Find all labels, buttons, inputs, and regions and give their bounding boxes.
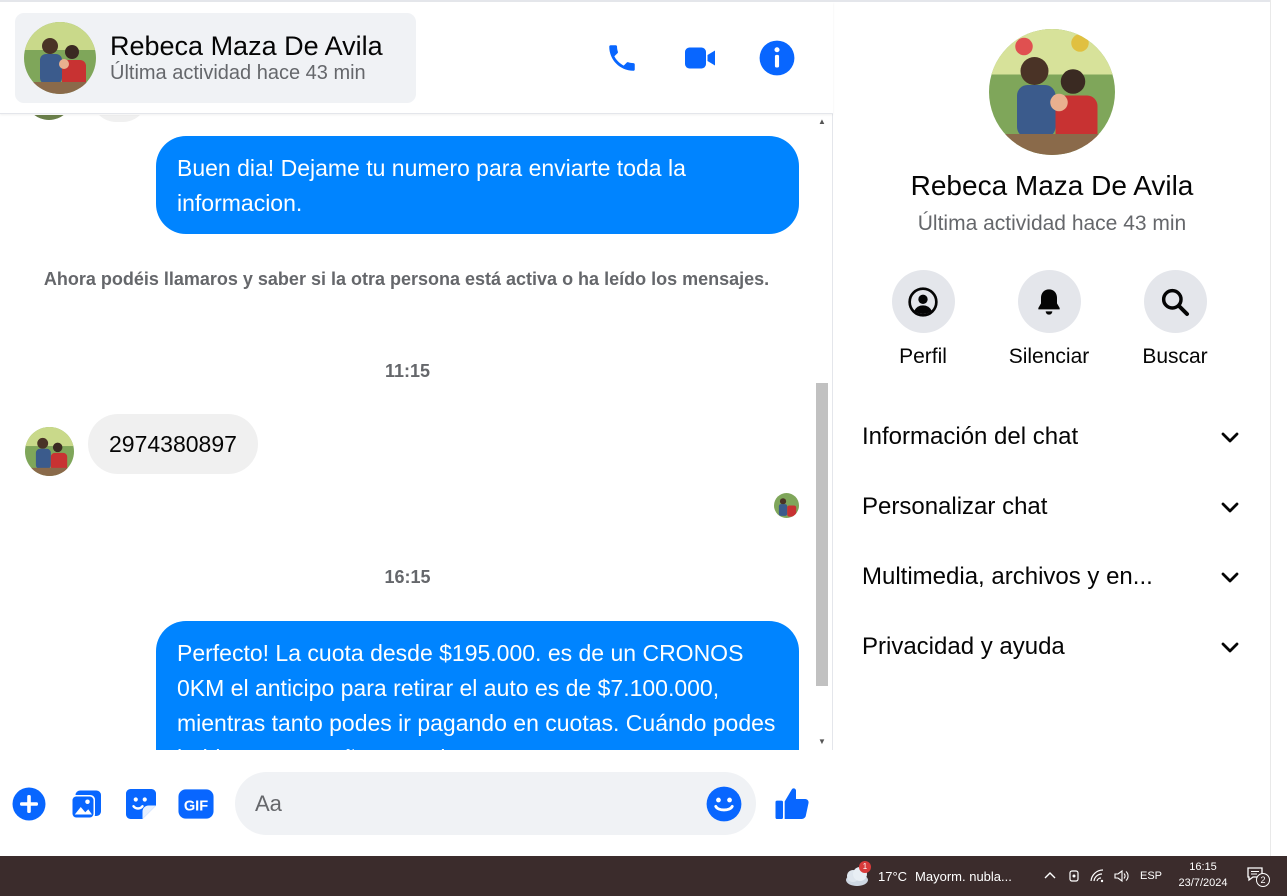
outgoing-message[interactable]: Buen dia! Dejame tu numero para enviarte… (156, 136, 799, 234)
volume-button[interactable] (1112, 856, 1132, 896)
page-scrollbar[interactable] (1270, 0, 1287, 856)
smiley-icon (706, 786, 742, 822)
attach-photo-button[interactable] (66, 784, 106, 824)
timestamp: 11:15 (384, 361, 431, 381)
thumbs-up-icon (775, 788, 809, 819)
video-camera-icon (685, 47, 715, 69)
weather-description: Mayorm. nubla... (915, 868, 1012, 884)
contact-header-button[interactable]: Rebeca Maza De Avila Última actividad ha… (15, 13, 416, 103)
message-scrollbar[interactable]: ▲ ▼ (815, 115, 830, 750)
search-action-label: Buscar (1142, 345, 1208, 368)
photo-icon (71, 790, 101, 819)
more-actions-button[interactable] (9, 784, 49, 824)
section-label: Información del chat (862, 423, 1079, 450)
network-button[interactable] (1088, 856, 1108, 896)
messenger-app: Rebeca Maza De Avila Última actividad ha… (0, 0, 1287, 856)
sticker-button[interactable] (121, 784, 161, 824)
contact-text: Rebeca Maza De Avila Última actividad ha… (110, 31, 383, 85)
scroll-thumb[interactable] (816, 383, 828, 686)
gif-button[interactable]: GIF (176, 784, 216, 824)
weather-temperature: 17°C (878, 868, 908, 884)
section-label: Privacidad y ayuda (862, 633, 1065, 660)
message-input-wrapper (235, 772, 756, 835)
speaker-icon (1114, 869, 1129, 883)
weather-alert-badge: 1 (859, 861, 871, 873)
system-notice: Ahora podéis llamaros y saber si la otra… (43, 269, 770, 289)
like-button[interactable] (773, 784, 813, 824)
panel-contact-name: Rebeca Maza De Avila (910, 170, 1194, 201)
clock[interactable]: 16:15 23/7/2024 (1168, 859, 1238, 891)
language-indicator[interactable]: ESP (1138, 856, 1164, 896)
contact-avatar (24, 22, 96, 94)
panel-contact-status: Última actividad hace 43 min (917, 212, 1187, 235)
info-icon (759, 40, 795, 76)
weather-widget[interactable]: 1 17°C Mayorm. nubla... (843, 861, 1012, 889)
chat-header: Rebeca Maza De Avila Última actividad ha… (0, 2, 833, 114)
profile-action-circle (891, 270, 955, 333)
section-chat-info[interactable]: Información del chat (862, 415, 1242, 459)
svg-text:GIF: GIF (184, 799, 208, 815)
search-action[interactable]: Buscar (1125, 270, 1225, 369)
outgoing-message[interactable]: Perfecto! La cuota desde $195.000. es de… (156, 621, 799, 750)
panel-avatar[interactable] (989, 29, 1115, 155)
section-customize-chat[interactable]: Personalizar chat (862, 485, 1242, 529)
message-input[interactable] (255, 786, 695, 822)
message-list[interactable]: Buen dia! Dejame tu numero para enviarte… (0, 115, 815, 750)
phone-icon (609, 45, 635, 71)
incoming-message[interactable]: 2974380897 (88, 414, 258, 474)
gif-icon: GIF (178, 789, 214, 819)
notification-count: 2 (1256, 873, 1270, 887)
emoji-button[interactable] (705, 785, 743, 823)
bell-icon (1038, 288, 1060, 315)
notification-icon: 2 (1246, 866, 1270, 887)
conversation-info-panel: Rebeca Maza De Avila Última actividad ha… (834, 2, 1270, 856)
notification-center-button[interactable]: 2 (1242, 856, 1272, 896)
plus-circle-icon (12, 787, 46, 821)
composer-bar: GIF (0, 750, 833, 856)
contact-status: Última actividad hace 43 min (110, 62, 366, 84)
video-call-button[interactable] (678, 36, 722, 80)
scroll-up-arrow[interactable]: ▲ (817, 117, 827, 127)
mute-action-circle (1017, 270, 1081, 333)
read-receipt-avatar (774, 493, 799, 518)
wifi-icon (1090, 869, 1104, 883)
chevron-down-icon (1221, 502, 1239, 513)
previous-avatar-partial (25, 115, 73, 120)
chevron-down-icon (1221, 572, 1239, 583)
clock-date: 23/7/2024 (1178, 877, 1228, 889)
chat-column: Rebeca Maza De Avila Última actividad ha… (0, 0, 833, 856)
windows-taskbar: 1 17°C Mayorm. nubla... ESP 16:15 23/7/2… (0, 856, 1287, 896)
contact-name: Rebeca Maza De Avila (110, 31, 383, 61)
section-label: Personalizar chat (862, 493, 1048, 520)
tray-device-button[interactable] (1064, 856, 1084, 896)
profile-action[interactable]: Perfil (873, 270, 973, 369)
chevron-up-icon (1044, 872, 1056, 879)
show-hidden-icons-button[interactable] (1040, 856, 1060, 896)
section-privacy-help[interactable]: Privacidad y ayuda (862, 625, 1242, 669)
profile-action-label: Perfil (899, 345, 947, 368)
search-icon (1161, 288, 1189, 316)
chevron-down-icon (1221, 642, 1239, 653)
profile-icon (908, 286, 938, 317)
mute-action-label: Silenciar (1008, 345, 1090, 368)
cloud-icon: 1 (843, 861, 871, 888)
clock-time: 16:15 (1189, 861, 1217, 873)
mute-action[interactable]: Silenciar (999, 270, 1099, 369)
timestamp: 16:15 (384, 567, 431, 587)
section-media-files[interactable]: Multimedia, archivos y en... (862, 555, 1242, 599)
voice-call-button[interactable] (600, 36, 644, 80)
section-label: Multimedia, archivos y en... (862, 563, 1153, 590)
search-action-circle (1143, 270, 1207, 333)
device-icon (1069, 870, 1079, 882)
conversation-info-button[interactable] (755, 36, 799, 80)
scroll-down-arrow[interactable]: ▼ (817, 737, 827, 747)
sender-avatar (25, 427, 74, 476)
sticker-icon (126, 789, 156, 819)
chevron-down-icon (1221, 432, 1239, 443)
previous-bubble-partial (92, 115, 147, 122)
